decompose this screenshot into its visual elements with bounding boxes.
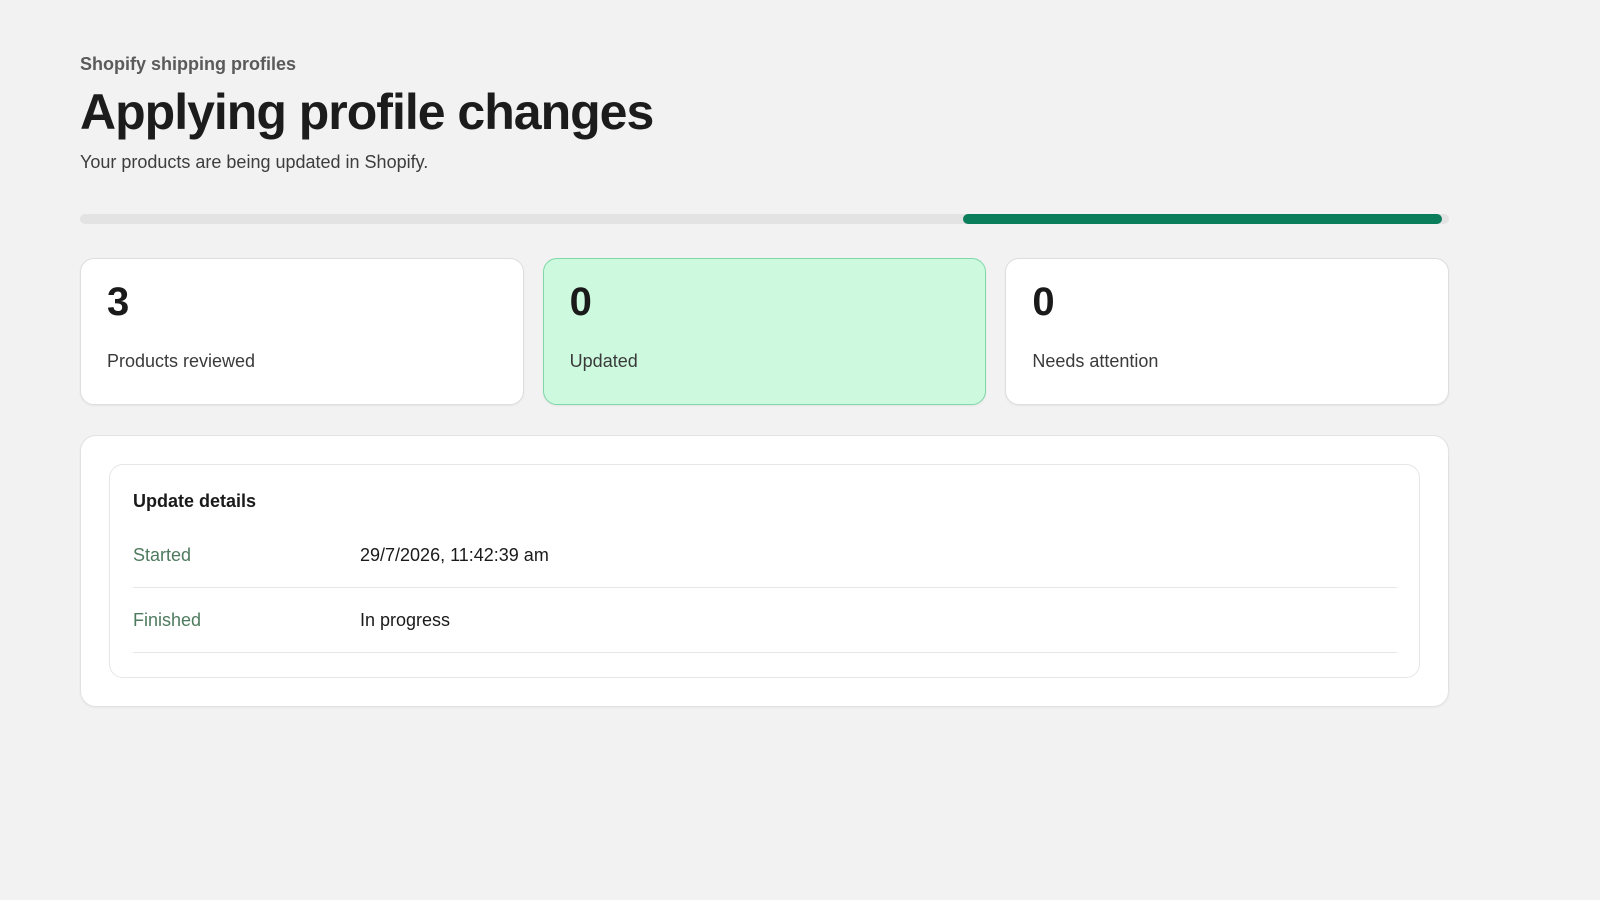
page-subtitle: Your products are being updated in Shopi… xyxy=(80,152,429,172)
detail-value: 29/7/2026, 11:42:39 am xyxy=(360,544,549,565)
stat-value: 0 xyxy=(1032,280,1055,324)
stat-card-updated: 0 Updated xyxy=(542,258,987,405)
stat-value: 3 xyxy=(107,280,130,324)
stat-label: Needs attention xyxy=(1032,351,1159,371)
app-name: Shopify shipping profiles xyxy=(80,54,296,74)
detail-row-finished: Finished In progress xyxy=(133,588,1397,653)
detail-key: Started xyxy=(133,544,192,565)
stat-label: Products reviewed xyxy=(107,351,256,371)
details-panel: Update details Started 29/7/2026, 11:42:… xyxy=(109,464,1420,678)
page: Shopify shipping profiles Applying profi… xyxy=(0,0,1600,900)
stat-card-products-reviewed: 3 Products reviewed xyxy=(80,258,524,405)
main-container: Shopify shipping profiles Applying profi… xyxy=(80,52,1450,707)
details-card: Update details Started 29/7/2026, 11:42:… xyxy=(80,435,1449,707)
progress-bar xyxy=(80,214,1449,224)
page-title: Applying profile changes xyxy=(80,84,654,140)
details-title: Update details xyxy=(133,491,257,511)
stat-label: Updated xyxy=(569,351,638,371)
progress-bar-fill xyxy=(963,214,1443,224)
detail-row-started: Started 29/7/2026, 11:42:39 am xyxy=(133,523,1397,588)
stats-row: 3 Products reviewed 0 Updated 0 Needs at… xyxy=(80,258,1450,405)
stat-value: 0 xyxy=(569,280,592,324)
detail-value: In progress xyxy=(360,609,451,630)
stat-card-needs-attention: 0 Needs attention xyxy=(1005,258,1450,405)
detail-key: Finished xyxy=(133,609,202,630)
